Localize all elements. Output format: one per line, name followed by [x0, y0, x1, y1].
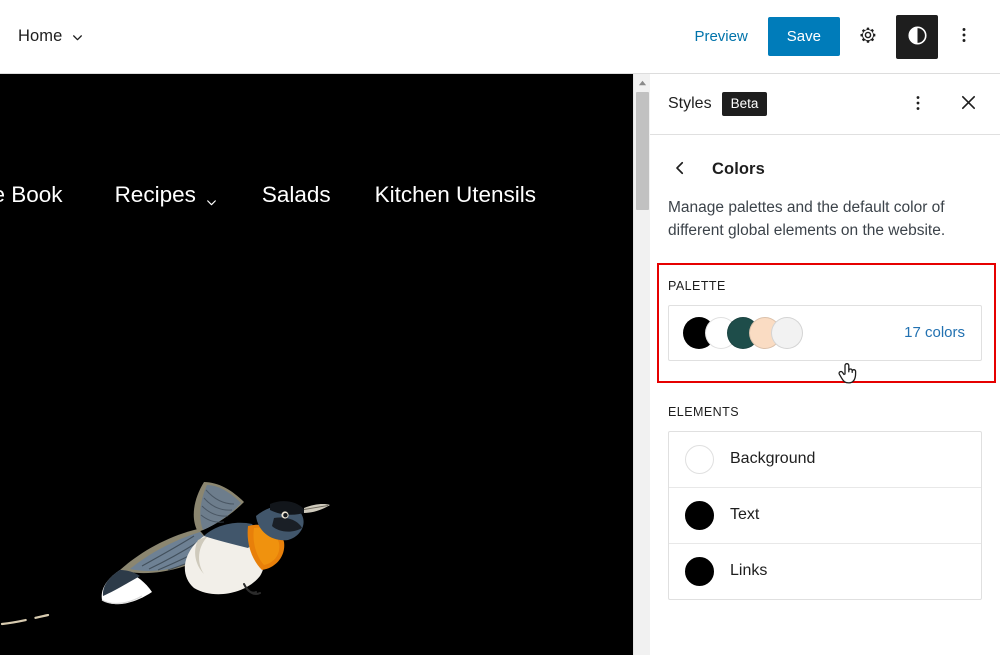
element-row-text[interactable]: Text — [669, 488, 981, 544]
elements-card: Background Text Links — [668, 430, 982, 600]
top-bar-actions: Preview Save — [680, 14, 986, 59]
close-icon — [958, 92, 979, 116]
three-dots-vertical-icon — [954, 25, 974, 48]
palette-colors-count: 17 colors — [904, 324, 965, 342]
palette-swatch-5 — [771, 316, 803, 349]
nav-item-recipes[interactable]: Recipes — [115, 182, 244, 208]
contrast-half-circle-icon — [906, 24, 929, 50]
styles-sidebar: Styles Beta Colors Manage palettes and t… — [650, 74, 1000, 655]
scrollbar-thumb[interactable] — [636, 92, 649, 210]
palette-row[interactable]: 17 colors — [669, 306, 981, 360]
styles-toggle-button[interactable] — [896, 14, 938, 59]
nav-label: Recipes — [114, 182, 196, 207]
back-button[interactable] — [666, 155, 694, 183]
nav-label: pe Book — [0, 182, 63, 207]
element-label: Background — [730, 450, 816, 468]
panel-navigation-header: Colors — [650, 135, 1000, 191]
site-navigation: pe Book Recipes Salads Kitchen Utensils — [0, 182, 580, 208]
nav-item-salads[interactable]: Salads — [262, 182, 357, 208]
styles-editor-window: Home Preview Save Book Recipes Salads Ki… — [0, 0, 1000, 655]
palette-section-label: PALETTE — [668, 278, 726, 293]
chevron-left-icon — [671, 159, 689, 180]
nav-item-recipe-book[interactable]: pe Book — [0, 182, 89, 208]
sidebar-title: Styles — [668, 95, 712, 112]
links-color-swatch — [685, 556, 714, 586]
flying-bird-illustration — [8, 474, 408, 655]
document-title: Home — [18, 27, 63, 45]
elements-section-label: ELEMENTS — [668, 404, 739, 419]
close-sidebar-button[interactable] — [946, 82, 990, 126]
beta-badge: Beta — [721, 92, 768, 116]
more-options-button[interactable] — [942, 15, 986, 59]
element-row-links[interactable]: Links — [669, 544, 981, 599]
styles-sidebar-header: Styles Beta — [650, 74, 1000, 135]
palette-swatch-stack — [683, 316, 803, 349]
element-label: Text — [730, 506, 760, 524]
nav-label: Kitchen Utensils — [374, 182, 536, 207]
scroll-up-arrow-icon[interactable] — [634, 74, 651, 91]
palette-card[interactable]: 17 colors — [668, 304, 982, 361]
nav-item-kitchen-utensils[interactable]: Kitchen Utensils — [375, 182, 562, 208]
panel-description: Manage palettes and the default color of… — [668, 199, 946, 239]
settings-button[interactable] — [846, 15, 890, 59]
chevron-down-icon — [205, 189, 218, 205]
sidebar-more-options-button[interactable] — [896, 82, 940, 126]
background-color-swatch — [685, 444, 714, 474]
site-preview-canvas[interactable]: pe Book Recipes Salads Kitchen Utensils — [0, 74, 633, 655]
canvas-vertical-scrollbar[interactable] — [633, 74, 651, 655]
editor-top-bar: Home Preview Save — [0, 0, 1000, 74]
gear-icon — [857, 24, 879, 49]
nav-label: Salads — [261, 182, 331, 207]
three-dots-vertical-icon — [908, 93, 928, 116]
text-color-swatch — [685, 500, 714, 530]
page-title: Colors — [712, 159, 765, 178]
chevron-down-icon — [71, 31, 84, 44]
palette-section: PALETTE 17 colors — [650, 262, 1000, 383]
preview-button[interactable]: Preview — [680, 18, 761, 55]
element-label: Links — [730, 562, 768, 580]
document-switcher[interactable]: Home — [10, 21, 92, 52]
element-row-background[interactable]: Background — [669, 432, 981, 488]
save-button[interactable]: Save — [767, 17, 840, 56]
editor-body: pe Book Recipes Salads Kitchen Utensils — [0, 74, 1000, 655]
elements-section: ELEMENTS Background Text Links — [650, 405, 1000, 600]
